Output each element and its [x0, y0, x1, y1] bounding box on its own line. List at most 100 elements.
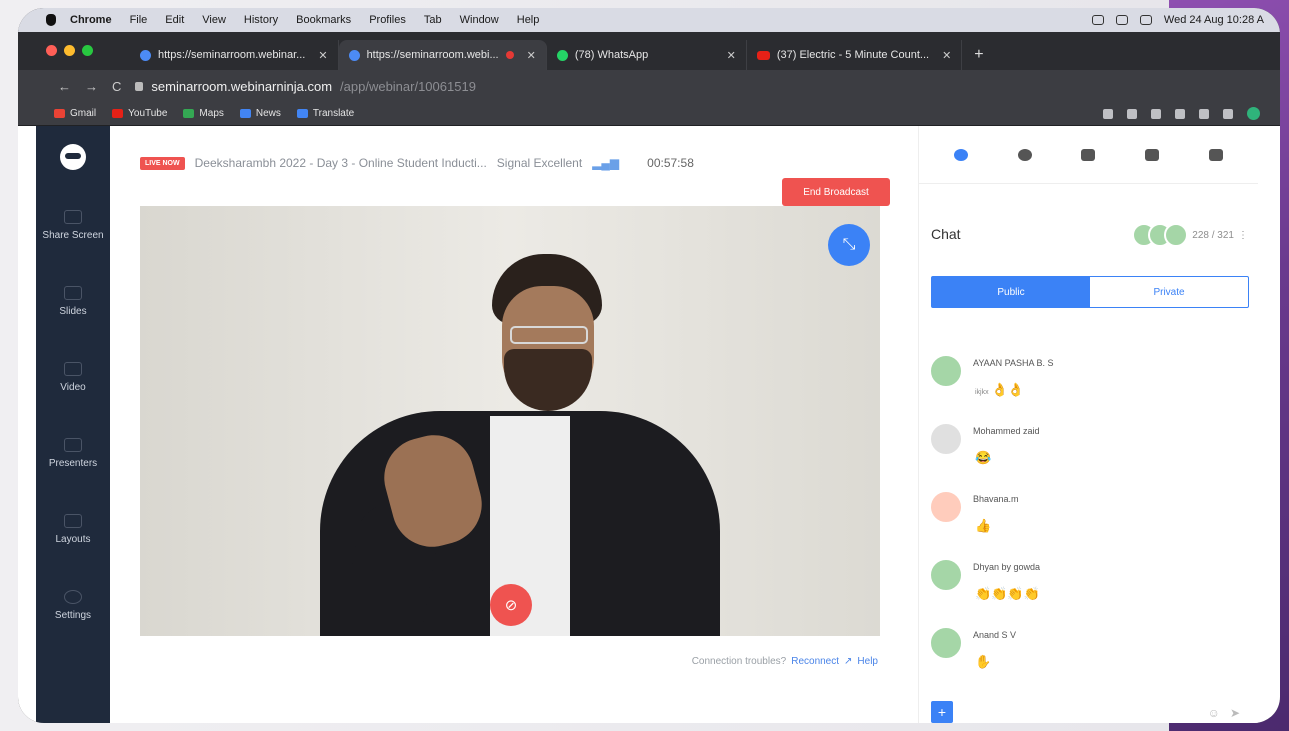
lock-icon[interactable]	[135, 81, 144, 91]
chat-mode-toggle: Public Private	[931, 276, 1249, 308]
nav-video[interactable]: Video	[36, 362, 110, 393]
viewer-count: 228 / 321	[1192, 229, 1234, 241]
settings-gear-icon	[64, 590, 82, 604]
bookmark-label: YouTube	[128, 108, 168, 119]
chat-tab-icon[interactable]	[953, 148, 968, 161]
menu-history[interactable]: History	[244, 14, 278, 26]
battery-icon[interactable]	[1091, 15, 1104, 25]
more-options-icon[interactable]: ⋮	[1238, 230, 1248, 241]
news-icon	[239, 109, 251, 118]
url-path: /app/webinar/10061519	[340, 78, 476, 94]
nav-share-screen[interactable]: Share Screen	[36, 210, 110, 241]
presenter-video: ⤡ ⊘	[140, 206, 880, 636]
private-chat-tab[interactable]: Private	[1090, 277, 1248, 307]
menu-bookmarks[interactable]: Bookmarks	[296, 14, 351, 26]
emoji-icon[interactable]: ☺	[1208, 706, 1220, 720]
chat-title: Chat	[931, 226, 961, 242]
viewer-avatar	[1164, 223, 1189, 247]
polls-tab-icon[interactable]	[1081, 148, 1096, 161]
left-sidebar: Share Screen Slides Video Presenters Lay…	[36, 126, 110, 723]
menu-profiles[interactable]: Profiles	[369, 14, 406, 26]
minimize-window-icon[interactable]	[64, 45, 75, 56]
close-window-icon[interactable]	[46, 45, 57, 56]
handouts-tab-icon[interactable]	[1209, 148, 1224, 161]
menu-edit[interactable]: Edit	[165, 14, 184, 26]
presenter-glasses	[510, 326, 588, 344]
forward-icon[interactable]: →	[85, 79, 98, 94]
menu-clock[interactable]: Wed 24 Aug 10:28 A	[1164, 14, 1264, 26]
bookmark-translate[interactable]: Translate	[296, 108, 355, 119]
presenter-head	[492, 254, 602, 424]
nav-label: Slides	[59, 306, 87, 317]
apple-icon[interactable]	[46, 14, 56, 26]
broadcast-area: LIVE NOW Deeksharambh 2022 - Day 3 - Onl…	[110, 126, 918, 723]
url-field[interactable]: seminarroom.webinarninja.com/app/webinar…	[135, 75, 476, 97]
back-icon[interactable]: ←	[58, 79, 71, 94]
bookmark-youtube[interactable]: YouTube	[112, 108, 167, 119]
browser-tab-active[interactable]: https://seminarroom.webi... ✕	[338, 40, 547, 70]
reading-list-icon[interactable]	[1199, 108, 1209, 119]
menu-app-name[interactable]: Chrome	[70, 14, 112, 26]
avatar	[929, 354, 963, 388]
bookmark-label: Translate	[312, 108, 355, 119]
status-icons: Wed 24 Aug 10:28 A	[1091, 14, 1280, 26]
browser-tab[interactable]: https://seminarroom.webinar... ✕	[130, 40, 339, 70]
chat-panel: Chat 228 / 321 ⋮ Public Private AYAAN PA…	[918, 126, 1258, 723]
message-author: Dhyan by gowda	[973, 562, 1041, 572]
wifi-icon[interactable]	[1115, 15, 1128, 25]
broadcast-header: LIVE NOW Deeksharambh 2022 - Day 3 - Onl…	[140, 156, 694, 170]
end-broadcast-button[interactable]: End Broadcast	[782, 178, 890, 206]
presenters-icon	[64, 438, 82, 452]
bookmarks-bar: Gmail YouTube Maps News Translate	[18, 102, 1280, 126]
tab-title: (37) Electric - 5 Minute Count...	[776, 49, 930, 61]
nav-layouts[interactable]: Layouts	[36, 514, 110, 545]
browser-tab[interactable]: (37) Electric - 5 Minute Count... ✕	[747, 40, 963, 70]
extensions-icon[interactable]	[1175, 108, 1185, 119]
message-text: 😂	[975, 450, 992, 465]
reconnect-link[interactable]: Reconnect	[791, 656, 839, 667]
menu-file[interactable]: File	[130, 14, 148, 26]
help-link[interactable]: Help	[857, 656, 878, 667]
nav-label: Share Screen	[42, 230, 104, 241]
new-tab-icon[interactable]: +	[962, 46, 995, 64]
maximize-window-icon[interactable]	[82, 45, 93, 56]
presenter-beard	[504, 349, 592, 411]
youtube-icon	[756, 50, 770, 60]
nav-slides[interactable]: Slides	[36, 286, 110, 317]
questions-tab-icon[interactable]	[1017, 148, 1032, 161]
menu-tab[interactable]: Tab	[424, 14, 442, 26]
video-icon	[64, 362, 82, 376]
sidepanel-icon[interactable]	[1223, 108, 1233, 119]
recording-indicator-icon	[505, 51, 514, 59]
close-tab-icon[interactable]: ✕	[942, 49, 951, 62]
bookmark-label: News	[255, 108, 281, 119]
close-tab-icon[interactable]: ✕	[527, 49, 536, 62]
nav-presenters[interactable]: Presenters	[36, 438, 110, 469]
menu-view[interactable]: View	[202, 14, 226, 26]
menu-help[interactable]: Help	[517, 14, 540, 26]
star-icon[interactable]	[1151, 108, 1161, 119]
public-chat-tab[interactable]: Public	[932, 277, 1090, 307]
spotlight-icon[interactable]	[1139, 15, 1152, 25]
share-icon[interactable]	[1127, 108, 1137, 119]
slides-icon	[64, 286, 82, 300]
browser-tab[interactable]: (78) WhatsApp ✕	[547, 40, 747, 70]
bookmark-news[interactable]: News	[239, 108, 281, 119]
reload-icon[interactable]: C	[112, 79, 121, 94]
profile-avatar[interactable]	[1247, 107, 1260, 120]
nav-settings[interactable]: Settings	[36, 590, 110, 621]
minimize-video-icon[interactable]: ⤡	[828, 224, 870, 266]
bookmark-gmail[interactable]: Gmail	[54, 108, 96, 119]
bookmark-maps[interactable]: Maps	[183, 108, 224, 119]
signal-bars-icon: ▂▄▆	[592, 156, 620, 170]
close-tab-icon[interactable]: ✕	[318, 49, 327, 62]
cast-icon[interactable]	[1103, 108, 1113, 119]
add-attachment-button[interactable]: +	[931, 701, 953, 723]
send-icon[interactable]: ➤	[1230, 706, 1240, 720]
avatar	[929, 490, 963, 524]
external-link-icon: ↗	[844, 656, 853, 667]
offers-tab-icon[interactable]	[1145, 148, 1160, 161]
mute-mic-icon[interactable]: ⊘	[490, 584, 532, 626]
menu-window[interactable]: Window	[460, 14, 499, 26]
close-tab-icon[interactable]: ✕	[727, 49, 736, 62]
